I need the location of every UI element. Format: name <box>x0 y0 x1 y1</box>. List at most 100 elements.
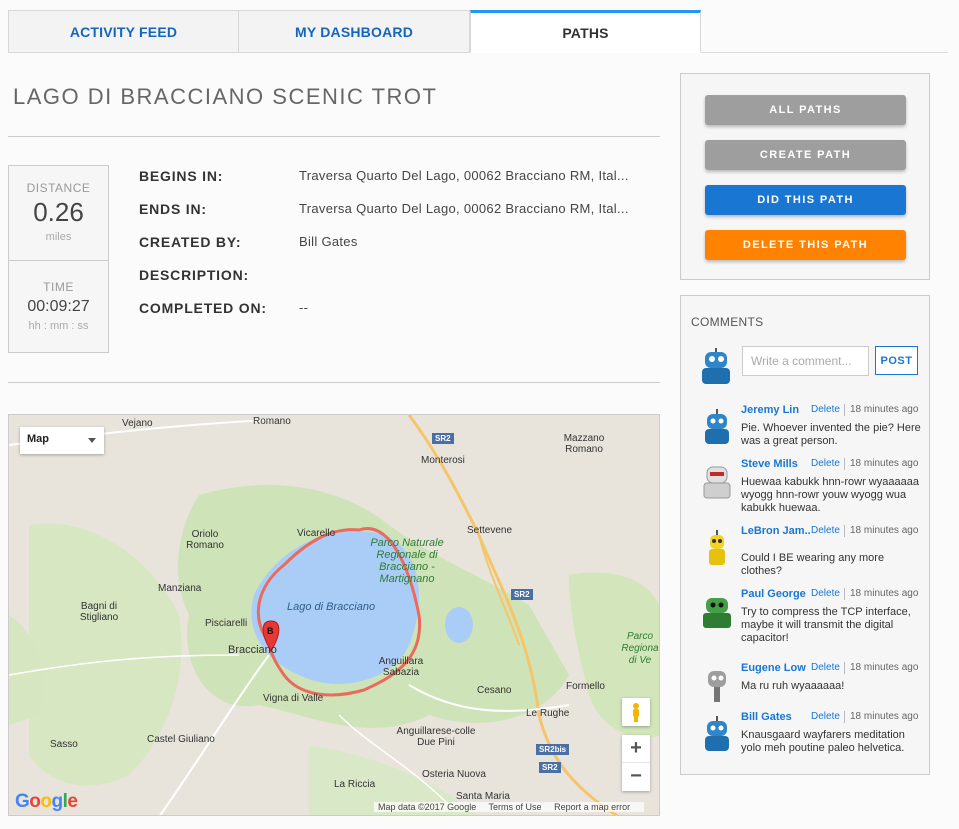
begins-in-value: Traversa Quarto Del Lago, 00062 Braccian… <box>299 168 629 183</box>
map-label-castel: Castel Giuliano <box>147 734 215 745</box>
road-shield-sr2: SR2 <box>432 433 454 444</box>
post-comment-button[interactable]: POST <box>875 346 918 375</box>
comment-author[interactable]: Paul George <box>741 588 811 600</box>
comment-text: Huewaa kabukk hnn-rowr wyaaaaaa wyogg hn… <box>741 476 919 514</box>
map-label-park: Parco Naturale Regionale di Bracciano - … <box>370 537 444 585</box>
delete-path-button[interactable]: DELETE THIS PATH <box>705 230 906 260</box>
completed-on-value: -- <box>299 300 309 315</box>
route-map[interactable]: Vejano Romano Monterosi Mazzano Romano O… <box>8 414 660 816</box>
description-label: DESCRIPTION: <box>139 267 249 283</box>
separator <box>844 662 845 674</box>
comment-time: 18 minutes ago <box>850 458 919 469</box>
map-label-formello: Formello <box>566 681 605 692</box>
map-type-label: Map <box>27 433 49 445</box>
separator <box>844 404 845 416</box>
map-label-settevene: Settevene <box>467 525 513 536</box>
map-label-lake: Lago di Bracciano <box>287 601 376 613</box>
map-label-anguillara: Anguillara Sabazia <box>378 656 424 678</box>
divider <box>8 136 660 137</box>
map-label-vigna: Vigna di Valle <box>263 693 324 704</box>
robot-avatar-icon <box>708 671 726 702</box>
road-shield-sr2: SR2 <box>511 589 533 600</box>
map-label-la-riccia: La Riccia <box>334 779 376 790</box>
comment-author[interactable]: Eugene Low <box>741 662 811 674</box>
map-label-bracciano: Bracciano <box>228 644 277 656</box>
distance-stat: DISTANCE 0.26 miles <box>9 166 108 261</box>
map-label-oriolo: Oriolo Romano <box>186 529 224 551</box>
map-label-le-rughe: Le Rughe <box>526 708 570 719</box>
map-label-sasso: Sasso <box>50 739 78 750</box>
tab-bar: ACTIVITY FEED MY DASHBOARD PATHS <box>8 10 948 53</box>
delete-comment-link[interactable]: Delete <box>811 588 840 599</box>
robot-avatar-icon <box>703 598 731 628</box>
robot-avatar-icon <box>705 716 729 751</box>
tab-my-dashboard[interactable]: MY DASHBOARD <box>238 10 470 53</box>
map-label-pisciarelli: Pisciarelli <box>205 618 248 629</box>
comment-text: Could I BE wearing any more clothes? <box>741 552 885 577</box>
google-logo: Google <box>15 791 78 812</box>
tab-activity-feed[interactable]: ACTIVITY FEED <box>8 10 239 53</box>
zoom-in-button[interactable]: + <box>622 735 650 763</box>
separator <box>844 458 845 470</box>
time-unit: hh : mm : ss <box>28 320 89 332</box>
map-label-vicarello: Vicarello <box>297 528 336 539</box>
comment-author[interactable]: LeBron Jam... <box>741 525 811 537</box>
delete-comment-link[interactable]: Delete <box>811 404 840 415</box>
map-label-cesano: Cesano <box>477 685 512 696</box>
delete-comment-link[interactable]: Delete <box>811 458 840 469</box>
begins-in-label: BEGINS IN: <box>139 168 224 184</box>
comment-time: 18 minutes ago <box>850 662 919 673</box>
map-label-vejano: Vejano <box>122 418 153 429</box>
completed-on-label: COMPLETED ON: <box>139 300 267 316</box>
comment-text: Try to compress the TCP interface, maybe… <box>741 606 911 644</box>
distance-value: 0.26 <box>33 197 84 227</box>
page-title: LAGO DI BRACCIANO SCENIC TROT <box>13 84 438 109</box>
tab-paths[interactable]: PATHS <box>470 10 701 53</box>
map-data-credit: Map data ©2017 Google <box>378 802 477 812</box>
map-label-bagni: Bagni di Stigliano <box>79 601 119 623</box>
zoom-controls: + − <box>622 735 650 791</box>
comment-text: Pie. Whoever invented the pie? Here was … <box>741 422 921 447</box>
map-footer: Map data ©2017 Google Terms of Use Repor… <box>374 802 645 812</box>
delete-comment-link[interactable]: Delete <box>811 662 840 673</box>
terms-link[interactable]: Terms of Use <box>489 802 542 812</box>
zoom-out-button[interactable]: − <box>622 763 650 791</box>
map-type-select[interactable]: Map <box>20 427 104 454</box>
separator <box>844 711 845 723</box>
report-error-link[interactable]: Report a map error <box>554 802 630 812</box>
delete-comment-link[interactable]: Delete <box>811 525 840 536</box>
map-label-parco-ve: Parco Regiona di Ve <box>621 631 659 666</box>
map-label-mazzano: Mazzano Romano <box>563 433 605 455</box>
map-label-anguillara-pini: Anguillarese-colle Due Pini <box>396 726 476 748</box>
separator <box>844 588 845 600</box>
created-by-value: Bill Gates <box>299 234 358 249</box>
time-value: 00:09:27 <box>27 298 90 315</box>
pegman-icon[interactable] <box>622 698 650 726</box>
time-label: TIME <box>43 280 74 294</box>
comment-time: 18 minutes ago <box>850 588 919 599</box>
comment-input[interactable]: Write a comment... <box>742 346 869 376</box>
map-label-santa-maria: Santa Maria <box>456 791 510 802</box>
robot-avatar-icon <box>702 348 730 384</box>
robot-avatar-icon <box>709 530 725 565</box>
street-view-icon <box>633 703 639 722</box>
distance-unit: miles <box>45 231 72 243</box>
create-path-button[interactable]: CREATE PATH <box>705 140 906 170</box>
comment-time: 18 minutes ago <box>850 711 919 722</box>
map-label-romano: Romano <box>253 416 291 427</box>
time-stat: TIME 00:09:27 hh : mm : ss <box>9 262 108 332</box>
comment-author[interactable]: Bill Gates <box>741 711 811 723</box>
delete-comment-link[interactable]: Delete <box>811 711 840 722</box>
path-actions-panel: ALL PATHS CREATE PATH DID THIS PATH DELE… <box>680 73 930 280</box>
comments-panel: COMMENTS Write a comment... POST Jeremy … <box>680 295 930 775</box>
map-marker-label: B <box>267 626 274 636</box>
comment-author[interactable]: Jeremy Lin <box>741 404 811 416</box>
road-shield-sr2bis: SR2bis <box>536 744 570 755</box>
distance-label: DISTANCE <box>26 181 91 195</box>
did-this-path-button[interactable]: DID THIS PATH <box>705 185 906 215</box>
chevron-down-icon <box>88 438 96 443</box>
separator <box>844 525 845 537</box>
all-paths-button[interactable]: ALL PATHS <box>705 95 906 125</box>
divider <box>8 382 660 383</box>
comment-author[interactable]: Steve Mills <box>741 458 811 470</box>
